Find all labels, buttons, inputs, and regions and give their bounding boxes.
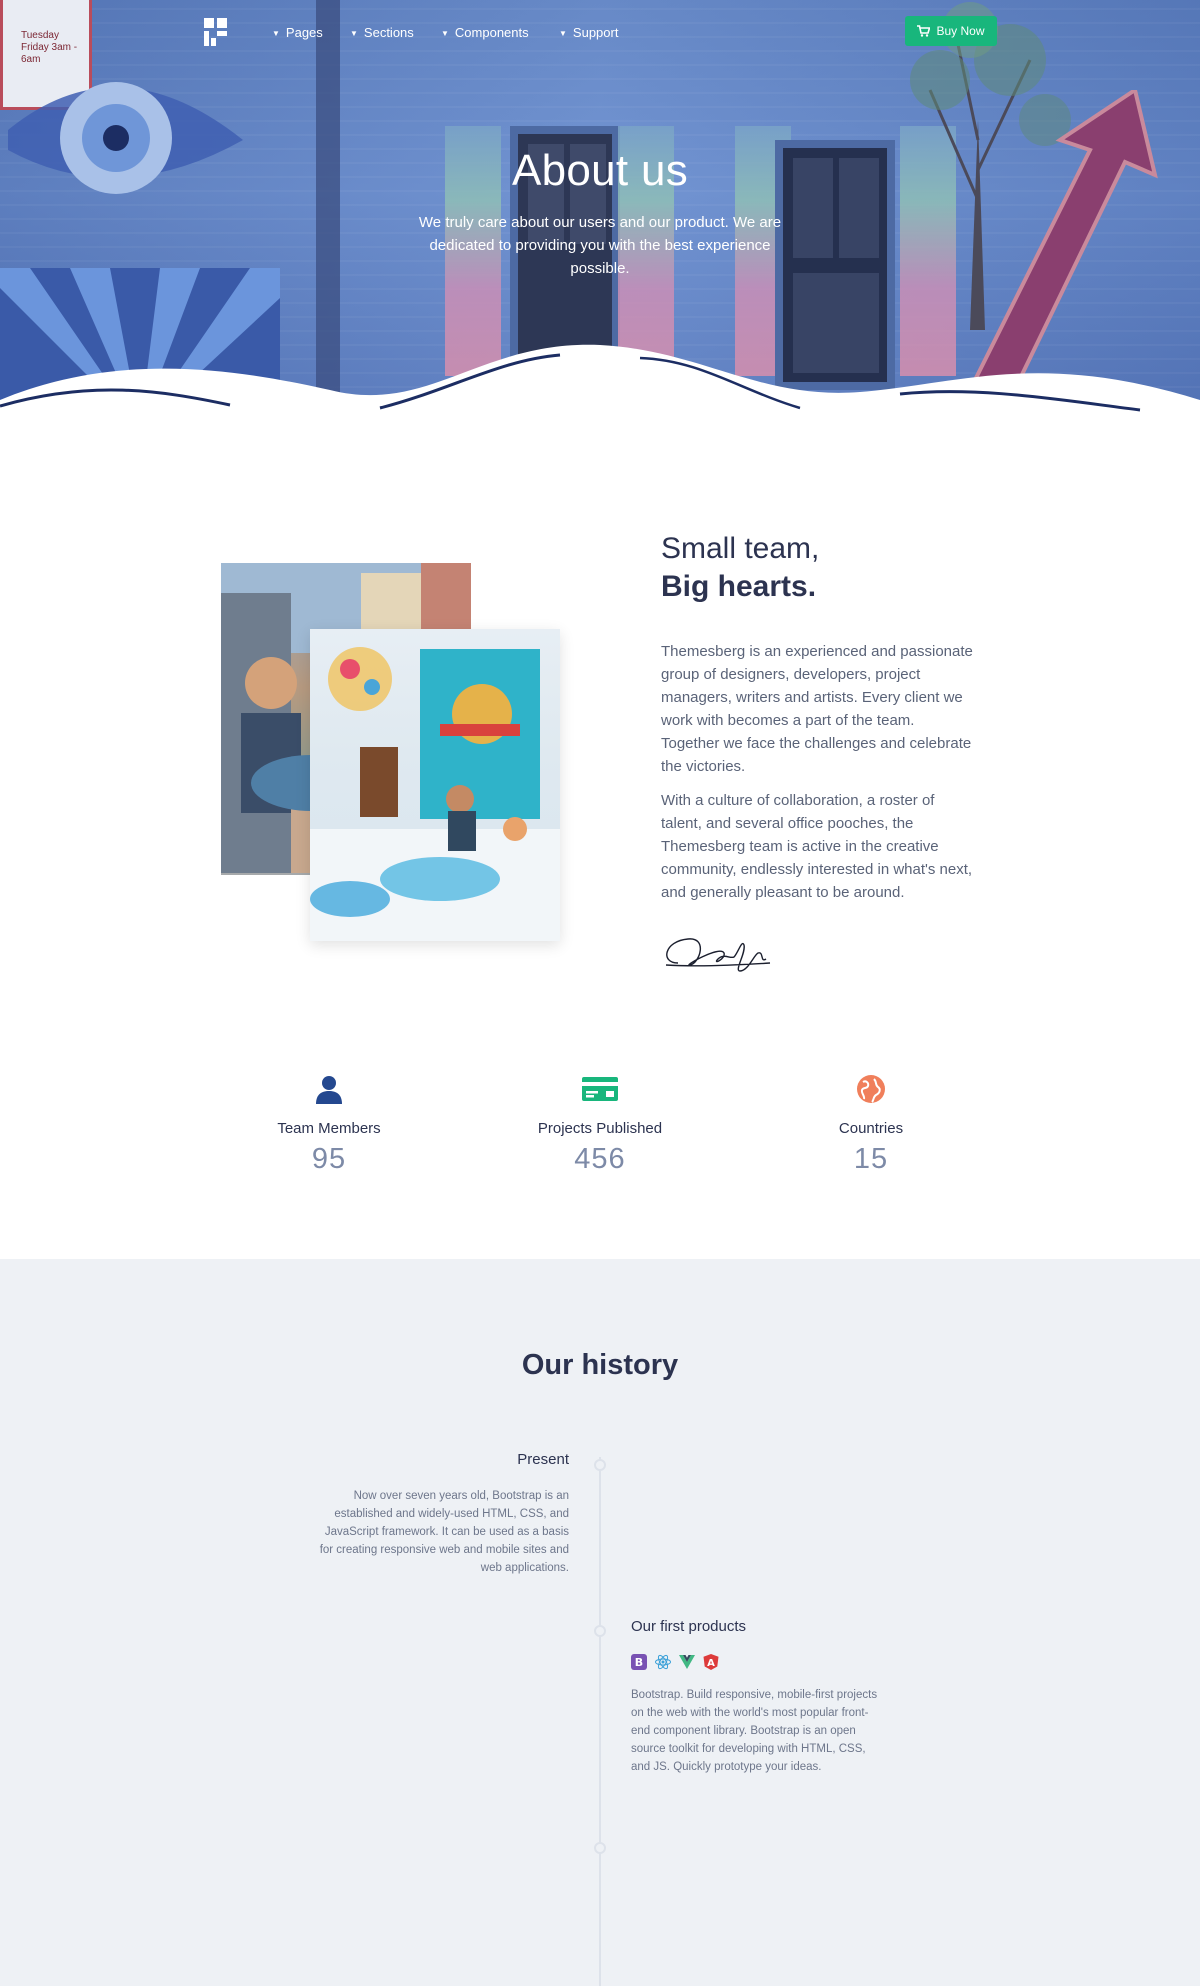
office-photo [310, 629, 560, 941]
chevron-down-icon: ▼ [559, 28, 567, 38]
logo-icon[interactable] [204, 18, 228, 46]
navbar: ▼ Pages ▼ Sections ▼ Components ▼ Suppor… [0, 0, 1200, 64]
stat-value: 456 [574, 1143, 626, 1175]
team-heading: Small team, Big hearts. [661, 530, 819, 606]
stat-label: Team Members [277, 1120, 381, 1137]
team-paragraph: Themesberg is an experienced and passion… [661, 643, 973, 775]
history-title-bold: Our [521, 1349, 574, 1381]
svg-text:A: A [707, 1658, 715, 1669]
timeline-title: Our first products [631, 1618, 747, 1635]
user-icon [316, 1076, 342, 1104]
team-paragraph: With a culture of collaboration, a roste… [661, 792, 973, 901]
angular-icon[interactable]: A [703, 1654, 719, 1670]
vue-icon[interactable] [679, 1654, 695, 1670]
stat-team-members: Team Members 95 [229, 1074, 429, 1176]
eye-mural-image [8, 82, 243, 194]
timeline-dot [594, 1459, 606, 1471]
office-illustration [310, 647, 560, 941]
chevron-down-icon: ▼ [441, 28, 449, 38]
svg-text:B: B [635, 1656, 643, 1669]
nav-item-label: Support [572, 24, 619, 40]
nav-item-label: Pages [285, 24, 323, 40]
credit-card-icon [582, 1077, 618, 1101]
buy-now-label: Buy Now [936, 24, 985, 38]
stat-label: Countries [838, 1120, 904, 1137]
timeline-title: Present [517, 1451, 569, 1468]
team-heading-light: Small team, [661, 532, 820, 565]
timeline-dot [594, 1842, 606, 1854]
history-section: Our history Present Now over seven years… [0, 1259, 1200, 1986]
globe-icon [857, 1075, 885, 1103]
stat-value: 95 [311, 1143, 347, 1175]
nav-item-support[interactable]: ▼ Support [559, 22, 618, 42]
timeline-dot [594, 1625, 606, 1637]
react-icon[interactable] [655, 1654, 671, 1670]
shopping-cart-icon [917, 25, 931, 37]
nav-item-pages[interactable]: ▼ Pages [272, 22, 323, 42]
buy-now-button[interactable]: Buy Now [905, 16, 997, 46]
signature-image [665, 938, 771, 972]
nav-item-components[interactable]: ▼ Components [441, 22, 529, 42]
tech-icons: B A [631, 1654, 719, 1670]
nav-item-label: Sections [363, 24, 414, 40]
chevron-down-icon: ▼ [350, 28, 358, 38]
hero-subtitle: We truly care about our users and our pr… [418, 214, 782, 277]
stat-label: Projects Published [537, 1120, 663, 1137]
stat-value: 15 [853, 1143, 889, 1175]
timeline-line [599, 1457, 601, 1986]
timeline-text: Bootstrap. Build responsive, mobile-firs… [631, 1689, 878, 1773]
wave-divider [0, 344, 1200, 440]
stat-projects-published: Projects Published 456 [500, 1074, 700, 1176]
timeline-text: Now over seven years old, Bootstrap is a… [319, 1490, 569, 1574]
history-title-light: history [573, 1349, 679, 1381]
nav-item-label: Components [454, 24, 529, 40]
bootstrap-icon[interactable]: B [631, 1654, 647, 1670]
team-heading-bold: Big hearts. [661, 570, 817, 603]
page-title: About us [511, 146, 689, 195]
chevron-down-icon: ▼ [272, 28, 280, 38]
history-title: Our history [0, 1349, 1200, 1382]
stat-countries: Countries 15 [771, 1074, 971, 1176]
nav-item-sections[interactable]: ▼ Sections [350, 22, 414, 42]
